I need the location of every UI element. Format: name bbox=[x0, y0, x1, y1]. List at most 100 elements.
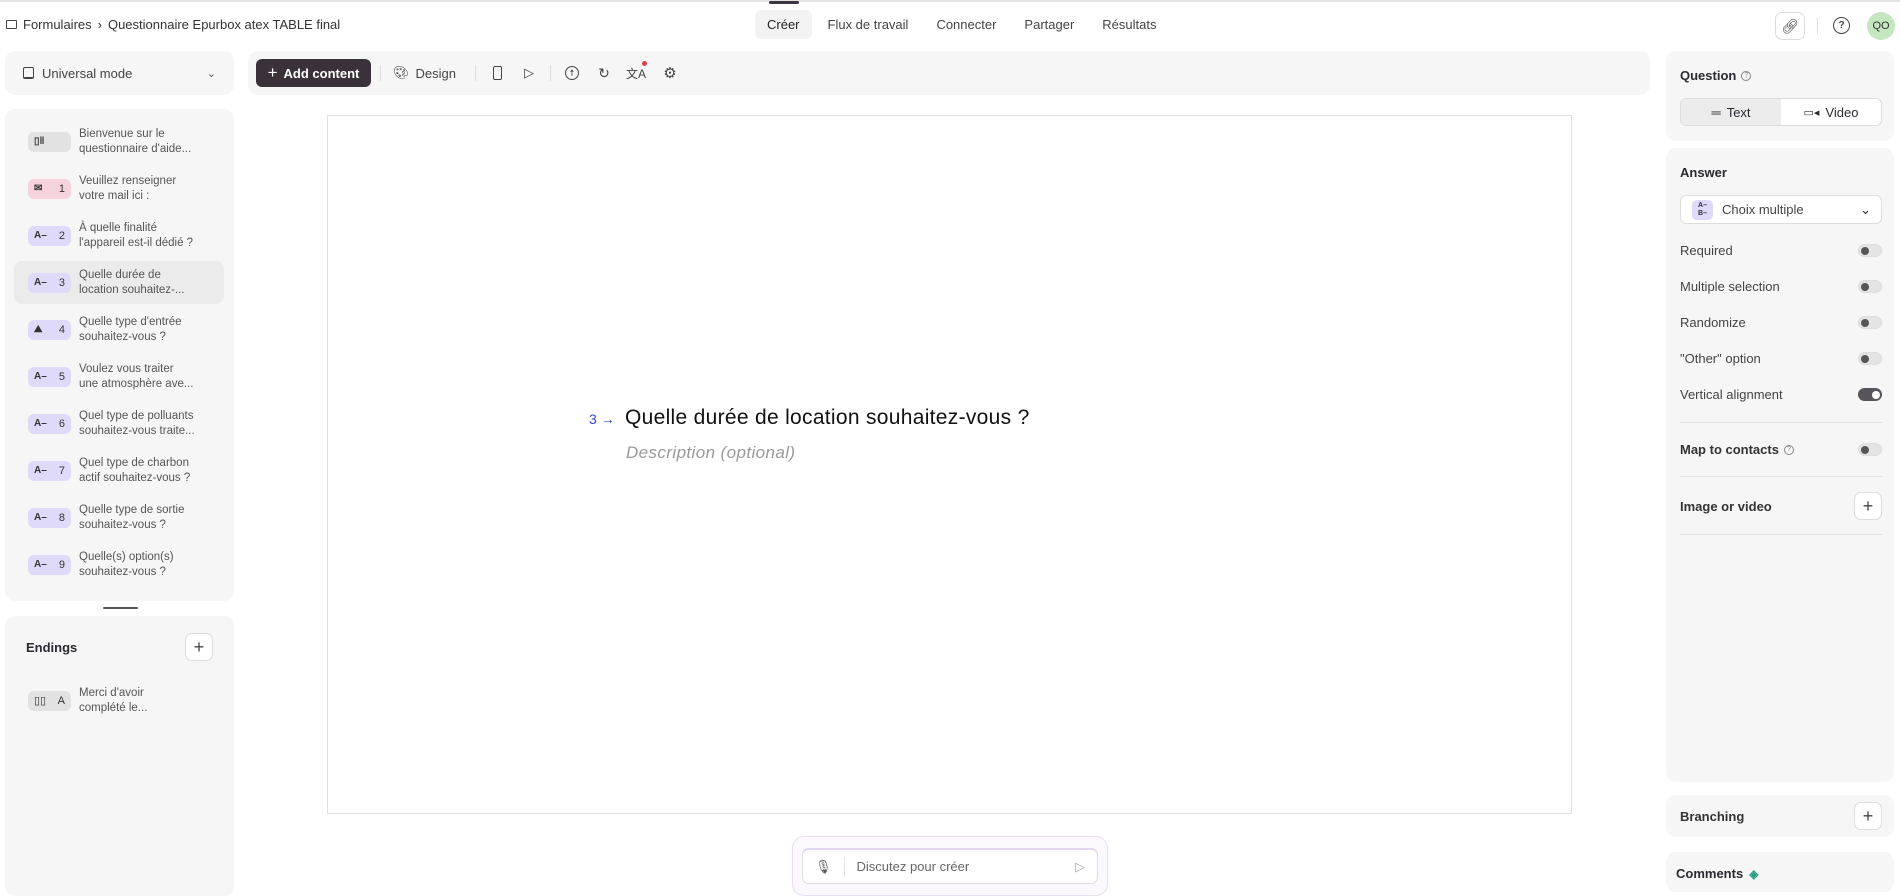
breadcrumb-root[interactable]: Formulaires bbox=[23, 17, 92, 32]
question-section-title: Question? bbox=[1680, 68, 1752, 83]
preview-play-button[interactable]: ▷ bbox=[519, 61, 539, 85]
plus-icon: + bbox=[267, 63, 278, 82]
question-type-badge: A– 9 bbox=[28, 554, 71, 575]
question-settings-panel bbox=[1666, 51, 1894, 141]
toggle-switch[interactable] bbox=[1858, 280, 1882, 293]
video-icon: ▭◂ bbox=[1803, 106, 1820, 119]
text-lines-icon: ═ bbox=[1711, 104, 1721, 120]
question-line1: Quelle type d'entrée bbox=[79, 315, 182, 328]
answer-type-select[interactable]: A– B– Choix multiple ⌄ bbox=[1680, 195, 1882, 224]
question-line1: Quelle durée de bbox=[79, 268, 161, 281]
question-list-item[interactable]: A– 8 Quelle type de sortie souhaitez-vous ? bbox=[14, 496, 224, 539]
choice-icon: A– bbox=[34, 230, 47, 241]
toggle-label: Randomize bbox=[1680, 315, 1746, 330]
tab-connecter[interactable]: Connecter bbox=[924, 10, 1008, 39]
answer-section-title: Answer bbox=[1680, 165, 1727, 180]
welcome-icon: ▯‖ bbox=[34, 136, 45, 147]
question-line2: souhaitez-vous ? bbox=[79, 330, 166, 343]
add-image-video-button[interactable]: + bbox=[1854, 492, 1882, 520]
map-to-contacts-toggle[interactable] bbox=[1858, 443, 1882, 456]
toggle-switch[interactable] bbox=[1858, 316, 1882, 329]
mode-selector[interactable]: Universal mode ⌄ bbox=[5, 51, 234, 95]
avatar[interactable]: QO bbox=[1867, 12, 1895, 40]
tab-resultats[interactable]: Résultats bbox=[1090, 10, 1168, 39]
tab-partager[interactable]: Partager bbox=[1012, 10, 1086, 39]
help-icon: ? bbox=[1783, 444, 1794, 455]
choice-icon: A– bbox=[34, 465, 47, 476]
question-line1: Quel type de charbon bbox=[79, 456, 189, 469]
header-divider bbox=[1817, 18, 1818, 34]
main-tabs: Créer Flux de travail Connecter Partager… bbox=[755, 1, 1169, 39]
question-title-input[interactable]: Quelle durée de location souhaitez-vous … bbox=[625, 406, 1030, 430]
question-line2: une atmosphère ave... bbox=[79, 377, 194, 390]
toggle-row: Multiple selection bbox=[1680, 279, 1882, 294]
toolbar-divider bbox=[475, 65, 476, 81]
toggle-switch[interactable] bbox=[1858, 244, 1882, 257]
toggle-switch[interactable] bbox=[1858, 388, 1882, 401]
question-line2: souhaitez-vous ? bbox=[79, 518, 166, 531]
toggle-label: Vertical alignment bbox=[1680, 387, 1783, 402]
question-list-item[interactable]: A– 5 Voulez vous traiter une atmosphère ave… bbox=[14, 355, 224, 398]
refresh-icon: ↻ bbox=[598, 64, 610, 81]
ending-item[interactable]: ▯▯ A Merci d'avoir complété le... bbox=[14, 679, 224, 722]
picture-icon: ⛰ bbox=[34, 324, 43, 335]
question-list-item[interactable]: A– 6 Quel type de polluants souhaitez-vous … bbox=[14, 402, 224, 445]
tab-flux-de-travail[interactable]: Flux de travail bbox=[816, 10, 921, 39]
logic-button[interactable]: ↻ bbox=[594, 61, 614, 85]
ending-line2: complété le... bbox=[79, 701, 148, 714]
help-icon: ? bbox=[1741, 70, 1752, 81]
question-list-item[interactable]: A– 9 Quelle(s) option(s) souhaitez-vous ? bbox=[14, 543, 224, 586]
multiple-choice-icon: A– B– bbox=[1692, 199, 1713, 220]
question-list-item[interactable]: A– 2 À quelle finalité l'appareil est-il dé… bbox=[14, 214, 224, 257]
mobile-icon bbox=[492, 66, 502, 80]
chat-box: 🎙︎ Discutez pour créer ▷ bbox=[802, 848, 1098, 884]
design-button[interactable]: 🎨︎ Design bbox=[393, 59, 456, 87]
send-icon[interactable]: ▷ bbox=[1075, 859, 1085, 875]
help-icon: ? bbox=[1838, 20, 1845, 31]
copy-link-button[interactable]: 🔗︎ bbox=[1775, 12, 1805, 40]
question-list-item[interactable]: A– 3 Quelle durée de location souhaitez-... bbox=[14, 261, 224, 304]
add-branching-button[interactable]: + bbox=[1854, 802, 1882, 830]
question-list-item[interactable]: ▯‖ Bienvenue sur le questionnaire d'aide..… bbox=[14, 120, 224, 163]
translate-button[interactable]: 文A bbox=[626, 61, 647, 85]
settings-button[interactable]: ⚙︎ bbox=[660, 61, 680, 85]
panel-resize-handle[interactable] bbox=[103, 607, 138, 609]
question-line2: questionnaire d'aide... bbox=[79, 142, 192, 155]
question-description-input[interactable]: Description (optional) bbox=[626, 443, 795, 463]
endings-title: Endings bbox=[26, 640, 78, 655]
add-content-button[interactable]: + Add content bbox=[256, 59, 371, 87]
email-icon: ✉ bbox=[34, 183, 43, 194]
question-line1: Voulez vous traiter bbox=[79, 362, 174, 375]
question-line1: Veuillez renseigner bbox=[79, 174, 177, 187]
question-type-badge: A– 6 bbox=[28, 413, 71, 434]
accessibility-button[interactable]: ☨ bbox=[562, 61, 582, 85]
text-tab[interactable]: ═ Text bbox=[1681, 99, 1781, 125]
question-line1: Quelle type de sortie bbox=[79, 503, 185, 516]
toggle-label: "Other" option bbox=[1680, 351, 1761, 366]
help-button[interactable]: ? bbox=[1833, 17, 1850, 34]
mode-label: Universal mode bbox=[42, 65, 133, 81]
add-ending-button[interactable]: + bbox=[185, 633, 213, 661]
tab-creer[interactable]: Créer bbox=[755, 1, 812, 39]
question-type-badge: A– 8 bbox=[28, 507, 71, 528]
form-canvas bbox=[327, 115, 1572, 814]
question-type-badge: A– 7 bbox=[28, 460, 71, 481]
comment-icon[interactable]: ◈ bbox=[1749, 867, 1758, 881]
toggle-row: "Other" option bbox=[1680, 351, 1882, 366]
microphone-icon[interactable]: 🎙︎ bbox=[815, 859, 832, 875]
question-line1: À quelle finalité bbox=[79, 221, 157, 234]
video-tab[interactable]: ▭◂ Video bbox=[1781, 99, 1881, 125]
breadcrumb-current: Questionnaire Epurbox atex TABLE final bbox=[107, 17, 341, 32]
question-list-item[interactable]: A– 7 Quel type de charbon actif souhaitez-v… bbox=[14, 449, 224, 492]
question-list-item[interactable]: ⛰ 4 Quelle type d'entrée souhaitez-vous ? bbox=[14, 308, 224, 351]
question-list-item[interactable]: ✉ 1 Veuillez renseigner votre mail ici : bbox=[14, 167, 224, 210]
question-type-badge: ▯‖ bbox=[28, 131, 71, 152]
chevron-down-icon: ⌄ bbox=[206, 67, 216, 80]
forms-icon bbox=[6, 20, 17, 29]
question-number: 3 → bbox=[589, 411, 615, 427]
mobile-preview-button[interactable] bbox=[487, 61, 507, 85]
toggle-switch[interactable] bbox=[1858, 352, 1882, 365]
image-video-row: Image or video + bbox=[1680, 492, 1882, 520]
chat-input[interactable]: Discutez pour créer bbox=[857, 859, 1063, 874]
question-format-toggle: ═ Text ▭◂ Video bbox=[1680, 98, 1882, 126]
